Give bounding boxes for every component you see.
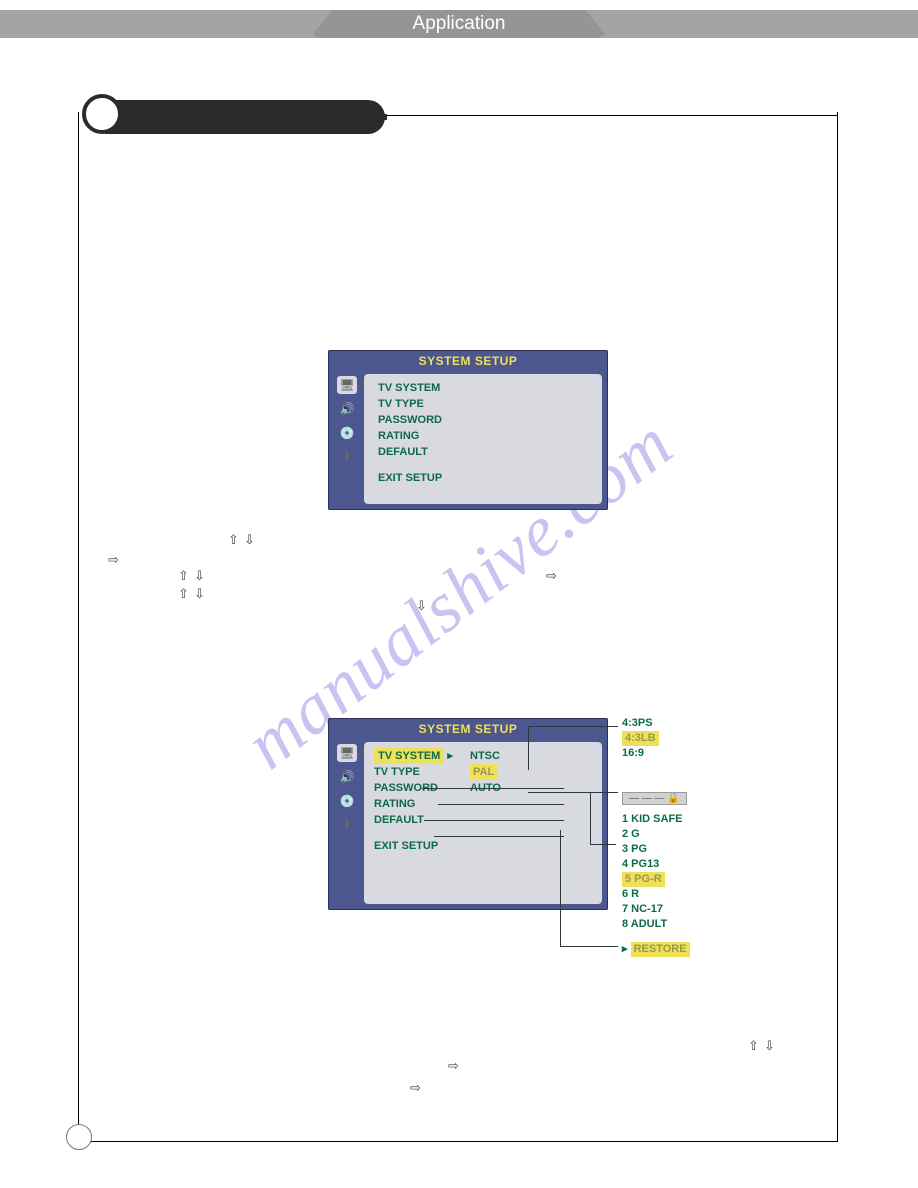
- right-arrow-icon: ⇨: [410, 1080, 421, 1096]
- speaker-icon: 🔊: [337, 768, 357, 786]
- osd-panel-2: SYSTEM SETUP 🖥 🔊 💿 ⬇ TV SYSTEM ▸ TV TYPE…: [328, 718, 608, 910]
- opt-kidsafe[interactable]: 1 KID SAFE: [622, 812, 683, 827]
- opt-pgr[interactable]: 5 PG-R: [622, 872, 683, 887]
- up-arrow-icon: ⇧: [178, 568, 189, 584]
- osd1-item-tv-type[interactable]: TV TYPE: [378, 396, 442, 412]
- connector-line: [590, 844, 616, 845]
- tvtype-options: 4:3PS 4:3LB 16:9: [622, 716, 659, 761]
- osd1-body: TV SYSTEM TV TYPE PASSWORD RATING DEFAUL…: [364, 374, 602, 504]
- osd1-icon-rail: 🖥 🔊 💿 ⬇: [334, 376, 360, 466]
- connector-line: [590, 792, 591, 844]
- monitor-icon: 🖥: [337, 376, 357, 394]
- opt-4-3ps[interactable]: 4:3PS: [622, 716, 659, 731]
- digital-icon: ⬇: [337, 448, 357, 466]
- opt-pg[interactable]: 3 PG: [622, 842, 683, 857]
- osd1-item-password[interactable]: PASSWORD: [378, 412, 442, 428]
- osd2-menu: TV SYSTEM ▸ TV TYPE PASSWORD RATING DEFA…: [374, 748, 453, 854]
- osd1-item-default[interactable]: DEFAULT: [378, 444, 442, 460]
- right-arrow-icon: ⇨: [108, 552, 119, 568]
- osd1-title: SYSTEM SETUP: [328, 350, 608, 370]
- rating-options: 1 KID SAFE 2 G 3 PG 4 PG13 5 PG-R 6 R 7 …: [622, 812, 683, 932]
- osd-panel-1: SYSTEM SETUP 🖥 🔊 💿 ⬇ TV SYSTEM TV TYPE P…: [328, 350, 608, 510]
- connector-line: [560, 946, 618, 947]
- monitor-icon: 🖥: [337, 744, 357, 762]
- down-arrow-icon: ⇩: [244, 532, 255, 548]
- page-number-circle: [66, 1124, 92, 1150]
- down-arrow-icon: ⇩: [764, 1038, 775, 1054]
- osd2-item-tv-type[interactable]: TV TYPE: [374, 764, 453, 780]
- opt-restore[interactable]: RESTORE: [631, 942, 690, 957]
- up-arrow-icon: ⇧: [228, 532, 239, 548]
- opt-4-3lb[interactable]: 4:3LB: [622, 731, 659, 746]
- connector-line: [560, 830, 561, 946]
- opt-pg13[interactable]: 4 PG13: [622, 857, 683, 872]
- default-option: ▸ RESTORE: [622, 942, 690, 957]
- connector-line: [528, 726, 529, 770]
- page-frame: [78, 112, 838, 1142]
- connector-line: [528, 726, 618, 727]
- disc-icon: 💿: [337, 792, 357, 810]
- down-arrow-icon: ⇩: [194, 586, 205, 602]
- right-arrow-icon: ⇨: [546, 568, 557, 584]
- password-box-value: — — — 🔒: [622, 788, 687, 806]
- osd1-item-exit[interactable]: EXIT SETUP: [378, 470, 442, 486]
- opt-ntsc[interactable]: NTSC: [470, 748, 501, 764]
- opt-g[interactable]: 2 G: [622, 827, 683, 842]
- opt-16-9[interactable]: 16:9: [622, 746, 659, 761]
- right-arrow-icon: ⇨: [448, 1058, 459, 1074]
- osd2-body: TV SYSTEM ▸ TV TYPE PASSWORD RATING DEFA…: [364, 742, 602, 904]
- osd2-item-tv-system[interactable]: TV SYSTEM ▸: [374, 748, 453, 764]
- opt-pal[interactable]: PAL: [470, 764, 501, 780]
- header-bar: Application: [0, 10, 918, 38]
- section-title-bullet: [82, 94, 122, 134]
- osd2-title: SYSTEM SETUP: [328, 718, 608, 738]
- down-arrow-icon: ⇩: [194, 568, 205, 584]
- opt-nc17[interactable]: 7 NC-17: [622, 902, 683, 917]
- opt-r[interactable]: 6 R: [622, 887, 683, 902]
- opt-adult[interactable]: 8 ADULT: [622, 917, 683, 932]
- password-badge: — — — 🔒: [622, 792, 687, 805]
- disc-icon: 💿: [337, 424, 357, 442]
- osd2-item-exit[interactable]: EXIT SETUP: [374, 838, 453, 854]
- speaker-icon: 🔊: [337, 400, 357, 418]
- osd1-item-rating[interactable]: RATING: [378, 428, 442, 444]
- up-arrow-icon: ⇧: [178, 586, 189, 602]
- up-arrow-icon: ⇧: [748, 1038, 759, 1054]
- osd2-item-tv-system-label: TV SYSTEM: [374, 748, 444, 764]
- connector-line: [528, 792, 618, 793]
- osd1-item-tv-system[interactable]: TV SYSTEM: [378, 380, 442, 396]
- down-arrow-icon: ⇩: [416, 598, 427, 614]
- header-title: Application: [309, 10, 609, 38]
- osd1-menu: TV SYSTEM TV TYPE PASSWORD RATING DEFAUL…: [378, 380, 442, 486]
- osd2-icon-rail: 🖥 🔊 💿 ⬇: [334, 744, 360, 834]
- digital-icon: ⬇: [337, 816, 357, 834]
